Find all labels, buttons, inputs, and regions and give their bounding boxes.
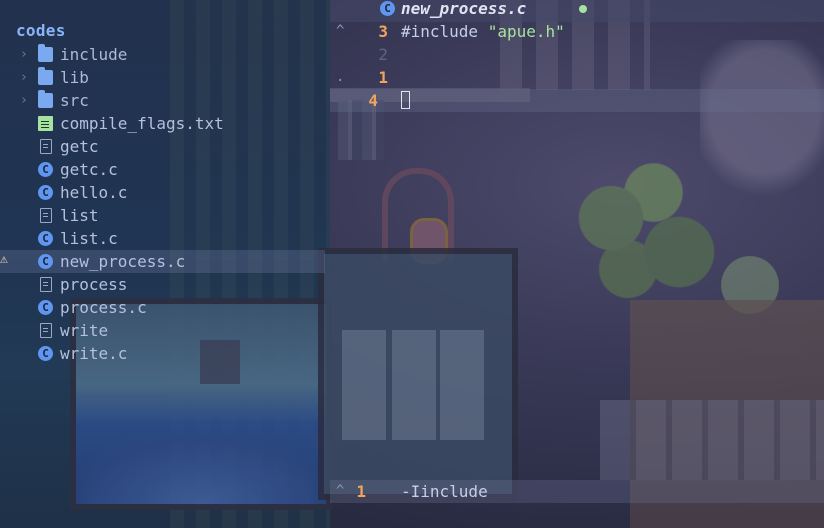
file-icon bbox=[40, 277, 52, 292]
include-directive: #include bbox=[401, 22, 488, 41]
folder-icon bbox=[38, 90, 53, 108]
c-file-icon: C bbox=[38, 346, 53, 361]
bottom-split-line[interactable]: ^ 1 -Iinclude bbox=[330, 480, 824, 503]
explorer-root-title[interactable]: codes bbox=[16, 21, 66, 40]
tree-item-label: process bbox=[60, 275, 128, 294]
tree-file-item[interactable]: list bbox=[0, 204, 325, 227]
tree-file-item[interactable]: Cprocess.c bbox=[0, 296, 325, 319]
chevron-right-icon[interactable]: › bbox=[20, 43, 32, 66]
tree-item-label: src bbox=[60, 91, 89, 110]
tree-item-label: compile_flags.txt bbox=[60, 114, 224, 133]
tree-file-item[interactable]: Clist.c bbox=[0, 227, 325, 250]
c-file-icon: C bbox=[380, 1, 395, 16]
tree-item-label: getc bbox=[60, 137, 99, 156]
file-icon bbox=[40, 208, 52, 223]
file-icon bbox=[40, 139, 52, 154]
current-code-line[interactable]: 4 bbox=[330, 89, 824, 112]
tree-item-label: write bbox=[60, 321, 109, 340]
line-marker: ^ bbox=[336, 483, 345, 499]
tree-folder-item[interactable]: › src bbox=[0, 89, 325, 112]
tree-item-label: process.c bbox=[60, 298, 147, 317]
line-number: 1 bbox=[378, 68, 388, 87]
c-file-icon: C bbox=[38, 254, 53, 269]
code-line[interactable]: . 1 bbox=[330, 66, 824, 89]
tree-file-item[interactable]: Chello.c bbox=[0, 181, 325, 204]
folder-icon bbox=[38, 67, 53, 85]
tree-item-label: include bbox=[60, 45, 128, 64]
tree-file-item[interactable]: Cwrite.c bbox=[0, 342, 325, 365]
line-number: 4 bbox=[368, 91, 378, 110]
compile-flag-text: -Iinclude bbox=[401, 482, 488, 501]
c-file-icon: C bbox=[38, 231, 53, 246]
line-marker: . bbox=[336, 69, 345, 85]
line-marker: ^ bbox=[336, 23, 345, 39]
tree-folder-item[interactable]: › include bbox=[0, 43, 325, 66]
tree-item-label: new_process.c bbox=[60, 252, 186, 271]
tree-file-item[interactable]: Cgetc.c bbox=[0, 158, 325, 181]
editor-pane[interactable]: C new_process.c ^ 3 #include "apue.h" 2 … bbox=[330, 0, 824, 528]
tree-file-item[interactable]: process bbox=[0, 273, 325, 296]
chevron-right-icon[interactable]: › bbox=[20, 89, 32, 112]
text-file-icon bbox=[38, 116, 53, 131]
tree-file-item[interactable]: ⚠ Cnew_process.c bbox=[0, 250, 325, 273]
code-line[interactable]: ^ 3 #include "apue.h" bbox=[330, 20, 824, 43]
warning-icon: ⚠ bbox=[0, 252, 8, 267]
tree-folder-item[interactable]: › lib bbox=[0, 66, 325, 89]
tree-item-label: hello.c bbox=[60, 183, 128, 202]
file-icon bbox=[40, 323, 52, 338]
include-string: "apue.h" bbox=[487, 22, 565, 41]
folder-icon bbox=[38, 44, 53, 62]
line-number: 1 bbox=[356, 482, 366, 501]
line-number: 3 bbox=[378, 22, 388, 41]
code-line[interactable]: 2 bbox=[330, 43, 824, 66]
tree-item-label: lib bbox=[60, 68, 89, 87]
tree-file-item[interactable]: getc bbox=[0, 135, 325, 158]
tree-item-label: list.c bbox=[60, 229, 118, 248]
c-file-icon: C bbox=[38, 162, 53, 177]
line-number: 2 bbox=[378, 45, 388, 64]
file-explorer: codes › include › lib › src compile_flags.txtg… bbox=[0, 0, 330, 528]
c-file-icon: C bbox=[38, 300, 53, 315]
tree-file-item[interactable]: write bbox=[0, 319, 325, 342]
tree-item-label: write.c bbox=[60, 344, 128, 363]
c-file-icon: C bbox=[38, 185, 53, 200]
text-cursor bbox=[401, 91, 410, 109]
tree-item-label: getc.c bbox=[60, 160, 118, 179]
tree-item-label: list bbox=[60, 206, 99, 225]
code-text: #include "apue.h" bbox=[401, 20, 565, 43]
tab-new-process[interactable]: new_process.c bbox=[401, 0, 526, 19]
editor-tab-bar: C new_process.c bbox=[330, 0, 824, 22]
modified-indicator-icon bbox=[579, 5, 587, 13]
tree-file-item[interactable]: compile_flags.txt bbox=[0, 112, 325, 135]
chevron-right-icon[interactable]: › bbox=[20, 66, 32, 89]
